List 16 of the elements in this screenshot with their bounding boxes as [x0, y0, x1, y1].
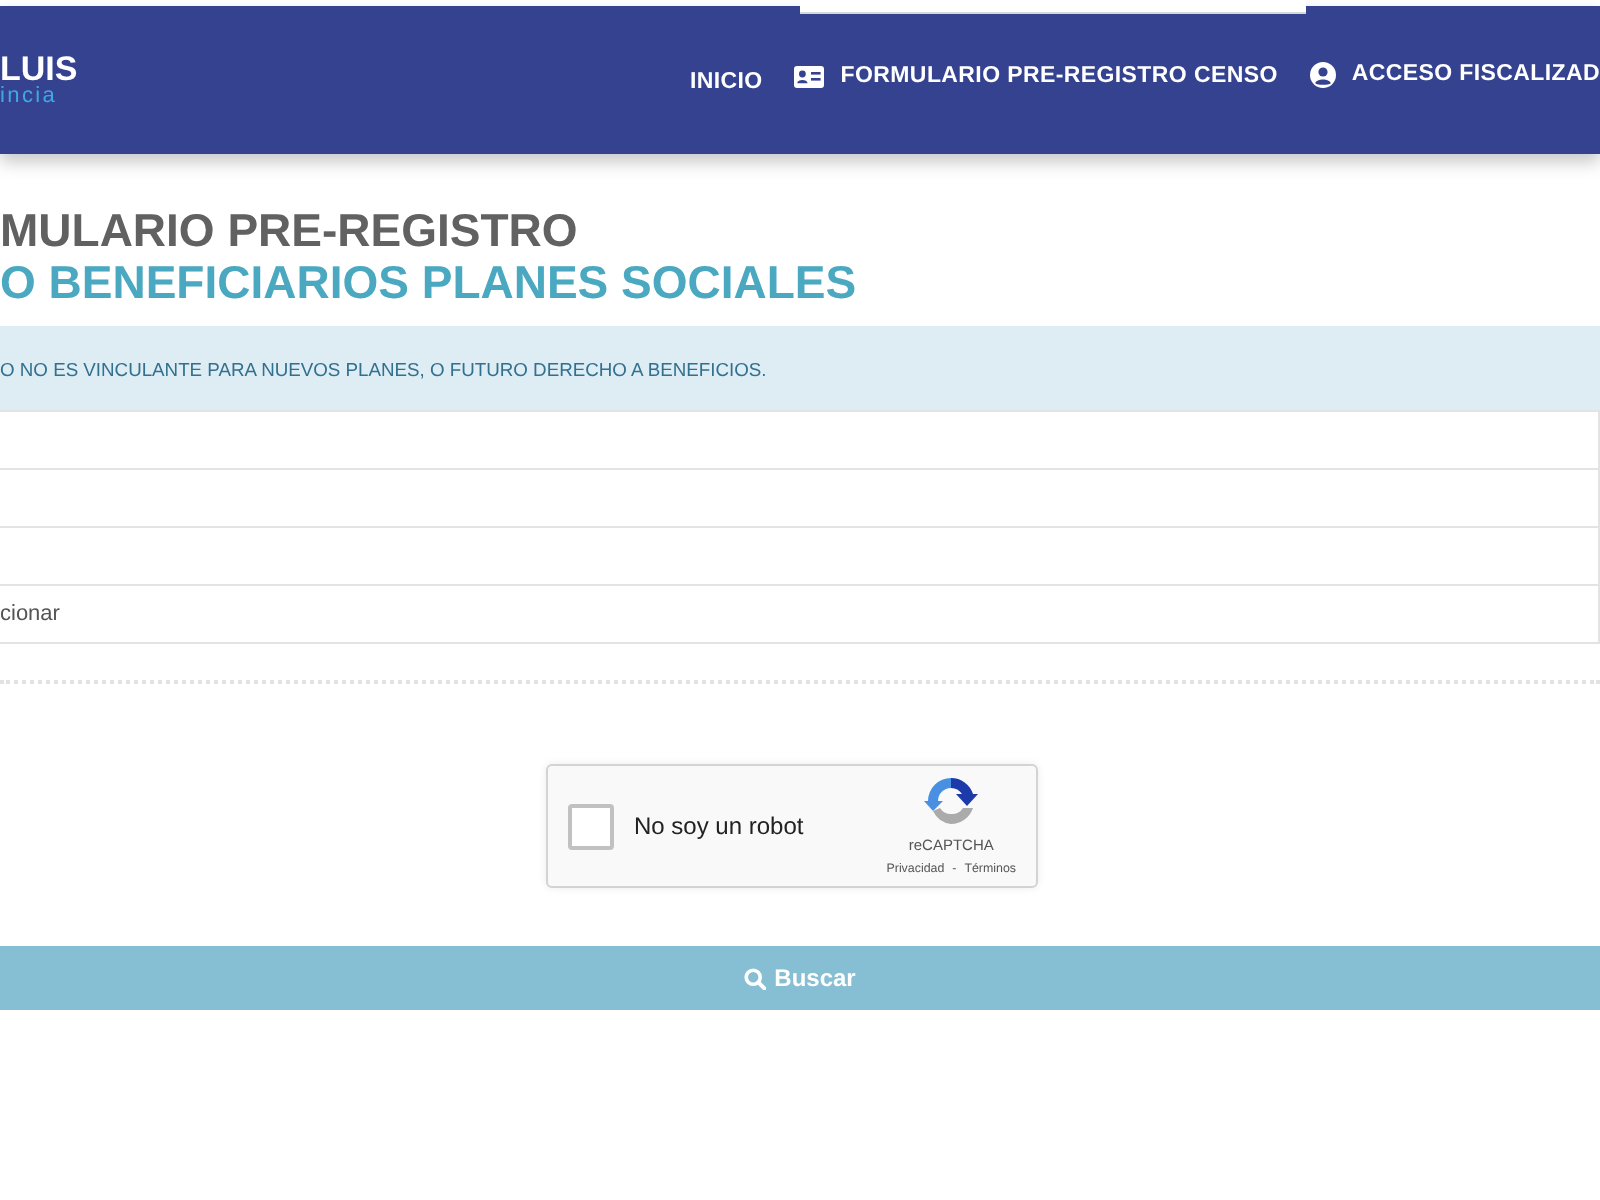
nav-link[interactable]: ACCESO FISCALIZAD [1309, 57, 1600, 93]
id-card-icon [794, 66, 825, 88]
circular-arrows-icon [924, 774, 979, 829]
search-icon [744, 967, 767, 990]
logo-text: LUIS [0, 53, 78, 83]
notice-banner: O NO ES VINCULANTE PARA NUEVOS PLANES, O FUTURO DERECHO A BENEFICIOS. [0, 326, 1600, 413]
select-field[interactable]: cionar [0, 584, 1600, 645]
page-subtitle: O BENEFICIARIOS PLANES SOCIALES [0, 256, 859, 308]
captcha-label: No soy un robot [634, 810, 804, 845]
nav-link[interactable]: FORMULARIO PRE-REGISTRO CENSO [794, 59, 1278, 95]
text-field[interactable] [0, 410, 1600, 471]
user-circle-icon [1309, 62, 1336, 88]
page-title: MULARIO PRE-REGISTRO [0, 204, 580, 256]
captcha-checkbox[interactable] [568, 803, 614, 850]
nav-link[interactable]: INICIO [689, 66, 763, 101]
logo-subtitle: incia [0, 83, 58, 107]
